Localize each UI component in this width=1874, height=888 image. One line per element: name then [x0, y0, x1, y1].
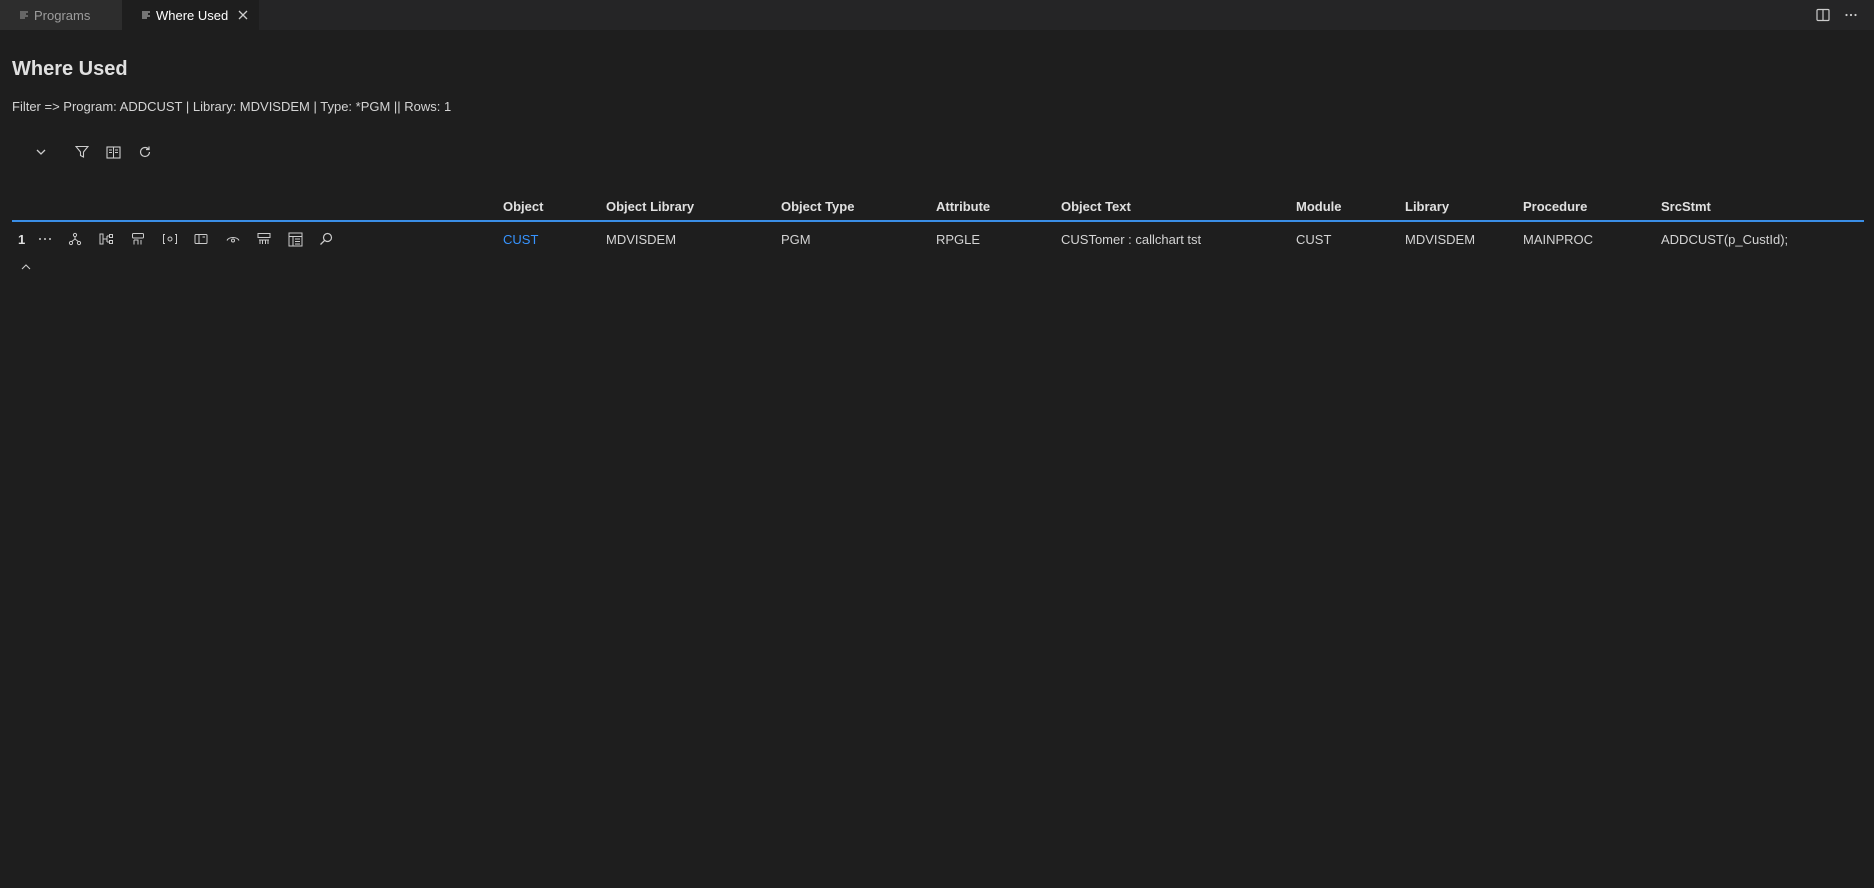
- cell-attribute: RPGLE: [936, 232, 981, 247]
- column-header-object[interactable]: Object: [503, 199, 543, 214]
- column-header-attribute[interactable]: Attribute: [936, 199, 990, 214]
- column-header-procedure[interactable]: Procedure: [1523, 199, 1587, 214]
- chevron-up-icon[interactable]: [18, 259, 34, 275]
- cell-object-text: CUSTomer : callchart tst: [1061, 232, 1202, 247]
- cell-procedure: MAINPROC: [1523, 232, 1594, 247]
- filter-summary: Filter => Program: ADDCUST | Library: MD…: [12, 99, 452, 114]
- more-actions-icon[interactable]: [1842, 6, 1860, 24]
- page-title: Where Used: [12, 58, 128, 80]
- tab-programs[interactable]: Programs: [0, 0, 122, 30]
- more-icon[interactable]: [36, 230, 54, 248]
- column-header-object-text[interactable]: Object Text: [1061, 199, 1131, 214]
- table-row[interactable]: 1 CUST MDVISDEM PGM RPGLE CUSTomer : cal…: [12, 226, 1864, 252]
- column-header-module[interactable]: Module: [1296, 199, 1342, 214]
- column-header-srcstmt[interactable]: SrcStmt: [1661, 199, 1711, 214]
- columns-icon[interactable]: [104, 143, 122, 161]
- server-icon[interactable]: [255, 230, 273, 248]
- column-header-object-library[interactable]: Object Library: [606, 199, 694, 214]
- tab-bar: Programs Where Used: [0, 0, 1874, 30]
- cell-object-type: PGM: [781, 232, 811, 247]
- call-chart-icon[interactable]: [98, 230, 116, 248]
- cell-object-link[interactable]: CUST: [503, 232, 538, 247]
- cell-srcstmt: ADDCUST(p_CustId);: [1661, 232, 1789, 247]
- editor-actions: [1814, 6, 1860, 24]
- column-header-library[interactable]: Library: [1405, 199, 1449, 214]
- list-lines-icon: [20, 11, 28, 19]
- list-lines-icon: [142, 11, 150, 19]
- cell-library: MDVISDEM: [1405, 232, 1476, 247]
- table-view-icon[interactable]: [286, 230, 304, 248]
- table-header: Object Object Library Object Type Attrib…: [12, 196, 1864, 222]
- refresh-icon[interactable]: [136, 143, 154, 161]
- chevron-down-icon[interactable]: [32, 143, 50, 161]
- cell-module: CUST: [1296, 232, 1332, 247]
- panel-icon[interactable]: [192, 230, 210, 248]
- tab-label: Programs: [34, 7, 91, 23]
- eye-icon[interactable]: [224, 230, 242, 248]
- hierarchy-icon[interactable]: [66, 230, 84, 248]
- row-number: 1: [18, 232, 26, 247]
- filter-icon[interactable]: [73, 143, 91, 161]
- search-icon[interactable]: [317, 230, 335, 248]
- tab-where-used[interactable]: Where Used: [122, 0, 259, 30]
- symbol-variable-icon[interactable]: [161, 230, 179, 248]
- layout-icon[interactable]: [129, 230, 147, 248]
- column-header-object-type[interactable]: Object Type: [781, 199, 854, 214]
- close-icon[interactable]: [236, 8, 250, 22]
- tab-label: Where Used: [156, 7, 229, 23]
- split-editor-icon[interactable]: [1814, 6, 1832, 24]
- cell-object-library: MDVISDEM: [606, 232, 677, 247]
